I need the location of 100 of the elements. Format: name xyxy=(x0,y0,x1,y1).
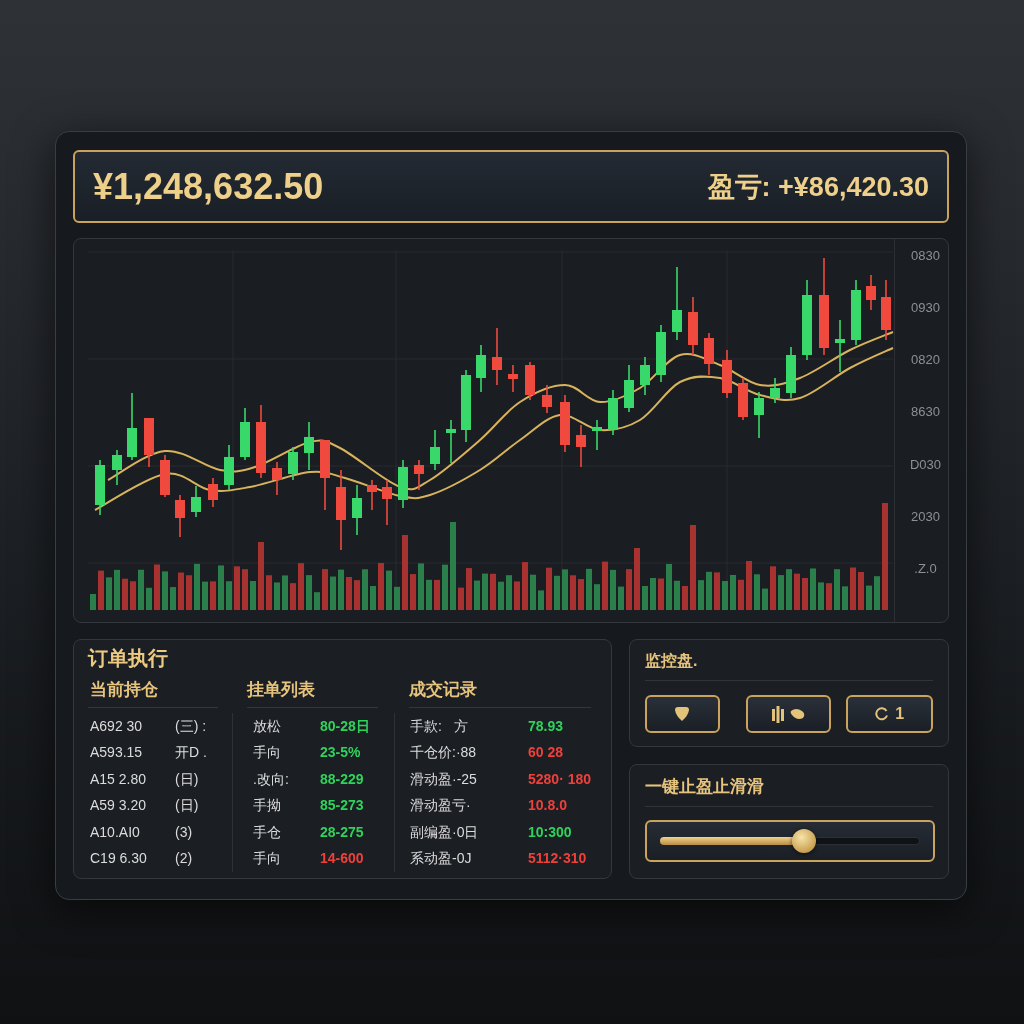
candlestick xyxy=(95,459,105,516)
rising-volume-bar xyxy=(666,563,672,610)
rising-volume-bar xyxy=(370,586,376,610)
falling-volume-bar xyxy=(522,562,528,610)
rising-volume-bar xyxy=(218,565,224,610)
slider[interactable] xyxy=(645,820,935,862)
falling-volume-bar xyxy=(242,569,248,610)
rising-volume-bar xyxy=(282,575,288,610)
candlestick xyxy=(352,484,362,536)
rising-volume-bar xyxy=(498,581,504,610)
rising-volume-bar xyxy=(394,586,400,610)
falling-volume-bar xyxy=(354,580,360,610)
rising-volume-bar xyxy=(778,575,784,610)
value-cell-text: 28-275 xyxy=(320,822,364,842)
panel-title: 一键止盈止滑滑 xyxy=(645,776,765,798)
falling-volume-bar xyxy=(826,583,832,610)
rising-volume-bar xyxy=(618,586,624,610)
table-cell-text: 滑动盈亏· xyxy=(410,796,472,816)
candlestick xyxy=(398,459,408,509)
falling-volume-bar xyxy=(578,579,584,610)
panel-title: 监控盘. xyxy=(645,651,699,671)
slider-thumb[interactable] xyxy=(792,829,817,853)
candlestick xyxy=(560,394,570,453)
rising-volume-bar xyxy=(698,580,704,610)
falling-volume-bar xyxy=(154,564,160,610)
profit-loss-text: 盈亏: +¥86,420.30 xyxy=(707,170,929,204)
price-axis-label: 2030 xyxy=(911,508,940,525)
rising-volume-bar xyxy=(418,563,424,610)
candlestick xyxy=(835,319,845,373)
table-cell-text: 手仓 xyxy=(253,822,282,842)
candlestick xyxy=(688,296,698,356)
rising-volume-bar xyxy=(474,580,480,610)
candlestick xyxy=(414,459,424,491)
rising-volume-bar xyxy=(650,578,656,610)
candlestick xyxy=(542,384,552,414)
falling-volume-bar xyxy=(658,578,664,610)
rising-volume-bar xyxy=(810,568,816,610)
price-axis-label: 8630 xyxy=(911,404,940,421)
candlestick xyxy=(175,494,185,538)
falling-volume-bar xyxy=(122,578,128,610)
rising-volume-bar xyxy=(530,574,536,610)
table-cell-text: 手拗 xyxy=(253,796,282,816)
rising-volume-bar xyxy=(722,581,728,610)
rising-volume-bar xyxy=(426,579,432,610)
price-axis-label: 0930 xyxy=(911,300,940,317)
value-cell-text: 78.93 xyxy=(528,716,564,736)
rising-volume-bar xyxy=(162,571,168,610)
slider-track[interactable] xyxy=(660,829,920,853)
table-cell-text: A692 30 xyxy=(90,716,144,736)
rising-volume-bar xyxy=(330,576,336,610)
falling-volume-bar xyxy=(178,572,184,610)
table-cell-text: 副编盈·0日 xyxy=(410,822,480,842)
candlestick xyxy=(272,461,282,496)
shield-icon xyxy=(674,706,691,722)
balance-amount: ¥1,248,632.50 xyxy=(93,165,324,208)
candlestick xyxy=(576,424,586,468)
candlestick xyxy=(508,364,518,393)
candlestick xyxy=(476,344,486,393)
candlestick xyxy=(304,421,314,471)
tool-button[interactable] xyxy=(645,695,720,733)
value-cell-text: 60 28 xyxy=(528,743,564,763)
candlestick xyxy=(754,391,764,439)
rising-volume-bar xyxy=(442,564,448,610)
candlestick xyxy=(656,324,666,383)
falling-volume-bar xyxy=(626,569,632,610)
rising-volume-bar xyxy=(818,582,824,610)
candlestick xyxy=(624,364,634,413)
rising-volume-bar xyxy=(170,587,176,610)
price-axis-label: 0830 xyxy=(911,248,940,264)
column-heading: 挂单列表 xyxy=(245,679,316,701)
candlestick xyxy=(592,419,602,451)
tool-button[interactable]: 1 xyxy=(846,695,933,733)
table-cell-text: 放松 xyxy=(253,716,282,736)
candlestick xyxy=(722,349,732,399)
panel-title: 订单执行 xyxy=(88,646,169,671)
value-cell-text: 88-229 xyxy=(320,769,364,789)
rising-volume-bar xyxy=(642,586,648,610)
candlestick xyxy=(430,429,440,471)
falling-volume-bar xyxy=(714,572,720,610)
bars-icon xyxy=(772,705,785,723)
table-cell-text: (三) : xyxy=(175,716,207,736)
falling-volume-bar xyxy=(602,561,608,610)
falling-volume-bar xyxy=(434,579,440,610)
column-heading: 成交记录 xyxy=(408,679,478,701)
rising-volume-bar xyxy=(386,570,392,610)
rising-volume-bar xyxy=(706,571,712,610)
falling-volume-bar xyxy=(266,575,272,610)
table-cell-text: (日) xyxy=(175,769,199,789)
falling-volume-bar xyxy=(570,575,576,610)
candlestick xyxy=(738,377,748,421)
tool-button[interactable] xyxy=(745,695,832,733)
falling-volume-bar xyxy=(234,566,240,610)
value-cell-text: 10.8.0 xyxy=(528,796,567,816)
candlestick xyxy=(367,479,377,511)
falling-volume-bar xyxy=(546,567,552,610)
candlestick xyxy=(704,332,714,376)
ring-icon xyxy=(875,707,890,721)
table-cell-text: C19 6.30 xyxy=(90,849,148,869)
candlestick xyxy=(640,356,650,396)
falling-volume-bar xyxy=(514,581,520,610)
